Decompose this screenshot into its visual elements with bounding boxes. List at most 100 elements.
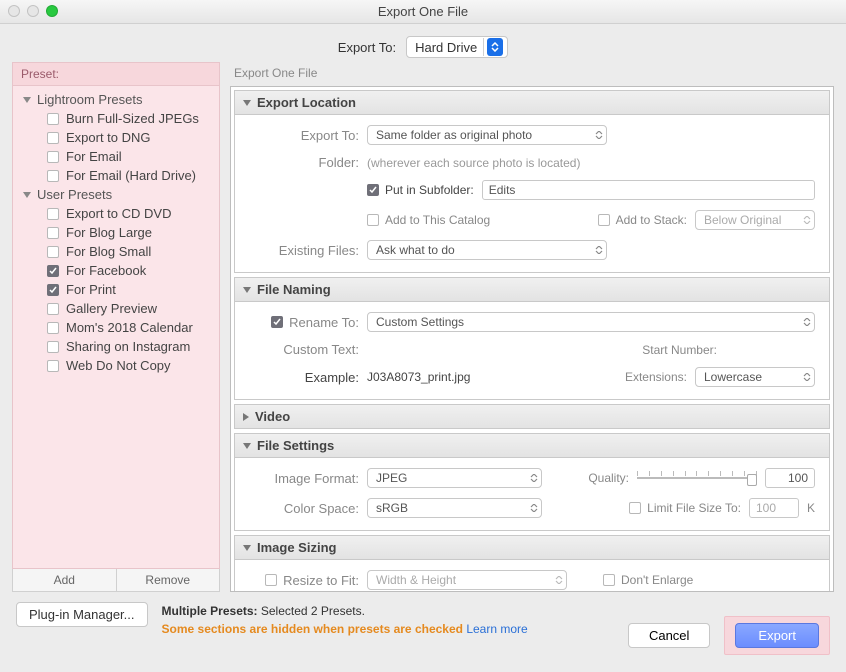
existing-dropdown[interactable]: Ask what to do — [367, 240, 607, 260]
plugin-manager-button[interactable]: Plug-in Manager... — [16, 602, 148, 627]
checkbox[interactable] — [47, 132, 59, 144]
subfolder-checkbox[interactable]: Put in Subfolder: — [367, 183, 474, 197]
subfolder-input[interactable] — [482, 180, 815, 200]
format-dropdown[interactable]: JPEG — [367, 468, 542, 488]
checkbox[interactable] — [265, 574, 277, 586]
limit-input[interactable] — [749, 498, 799, 518]
export-to-label: Export To: — [338, 40, 396, 55]
example-label: Example: — [249, 370, 359, 385]
checkbox[interactable] — [47, 284, 59, 296]
export-to-select[interactable]: Hard Drive — [406, 36, 508, 58]
checkbox[interactable] — [47, 322, 59, 334]
minimize-icon[interactable] — [27, 5, 39, 17]
export-to-row: Export To: Hard Drive — [0, 24, 846, 62]
slider-thumb-icon[interactable] — [747, 474, 757, 486]
learn-more-link[interactable]: Learn more — [466, 622, 527, 636]
panel-image-sizing: Image Sizing Resize to Fit: Width & Heig… — [234, 535, 830, 592]
rename-dropdown[interactable]: Custom Settings — [367, 312, 815, 332]
extensions-label: Extensions: — [625, 370, 687, 384]
quality-input[interactable] — [765, 468, 815, 488]
add-catalog-checkbox[interactable]: Add to This Catalog — [367, 213, 490, 227]
panel-header[interactable]: File Naming — [235, 278, 829, 302]
preset-item[interactable]: Sharing on Instagram — [13, 337, 219, 356]
preset-item[interactable]: Web Do Not Copy — [13, 356, 219, 375]
preset-group-user[interactable]: User Presets — [13, 185, 219, 204]
updown-icon — [803, 318, 811, 326]
remove-preset-button[interactable]: Remove — [116, 569, 220, 591]
add-stack-checkbox[interactable]: Add to Stack: — [598, 213, 687, 227]
preset-sidebar: Preset: Lightroom Presets Burn Full-Size… — [12, 62, 220, 592]
add-preset-button[interactable]: Add — [13, 569, 116, 591]
limit-checkbox[interactable]: Limit File Size To: — [629, 501, 741, 515]
checkbox[interactable] — [367, 184, 379, 196]
checkbox[interactable] — [47, 113, 59, 125]
preset-item[interactable]: Export to DNG — [13, 128, 219, 147]
panel-header[interactable]: Export Location — [235, 91, 829, 115]
quality-slider[interactable] — [637, 471, 757, 485]
example-value: J03A8073_print.jpg — [367, 370, 470, 384]
preset-list[interactable]: Lightroom Presets Burn Full-Sized JPEGs … — [12, 85, 220, 569]
export-to-dropdown[interactable]: Same folder as original photo — [367, 125, 607, 145]
disclosure-icon — [243, 443, 251, 449]
enlarge-checkbox[interactable]: Don't Enlarge — [603, 573, 693, 587]
preset-item[interactable]: For Blog Large — [13, 223, 219, 242]
checkbox[interactable] — [598, 214, 610, 226]
preset-group-lightroom[interactable]: Lightroom Presets — [13, 90, 219, 109]
panel-header[interactable]: File Settings — [235, 434, 829, 458]
export-button[interactable]: Export — [735, 623, 819, 648]
preset-item[interactable]: Export to CD DVD — [13, 204, 219, 223]
resize-dropdown[interactable]: Width & Height — [367, 570, 567, 590]
color-dropdown[interactable]: sRGB — [367, 498, 542, 518]
checkbox[interactable] — [47, 208, 59, 220]
close-icon[interactable] — [8, 5, 20, 17]
panel-video: Video — [234, 404, 830, 429]
checkbox[interactable] — [47, 170, 59, 182]
export-to-label: Export To: — [249, 128, 359, 143]
main-content: Export One File Export Location Export T… — [230, 62, 834, 592]
extensions-dropdown[interactable]: Lowercase — [695, 367, 815, 387]
custom-text-label: Custom Text: — [249, 342, 359, 357]
panel-header[interactable]: Image Sizing — [235, 536, 829, 560]
checkbox[interactable] — [47, 303, 59, 315]
panel-header[interactable]: Video — [235, 405, 829, 428]
stack-dropdown[interactable]: Below Original — [695, 210, 815, 230]
updown-icon — [803, 216, 811, 224]
preset-item[interactable]: Mom's 2018 Calendar — [13, 318, 219, 337]
checkbox[interactable] — [47, 341, 59, 353]
preset-header: Preset: — [12, 62, 220, 85]
rename-checkbox[interactable]: Rename To: — [249, 315, 359, 330]
zoom-icon[interactable] — [46, 5, 58, 17]
checkbox[interactable] — [47, 151, 59, 163]
updown-icon — [595, 246, 603, 254]
checkbox[interactable] — [603, 574, 615, 586]
disclosure-icon — [23, 192, 31, 198]
cancel-button[interactable]: Cancel — [628, 623, 710, 648]
preset-item[interactable]: For Print — [13, 280, 219, 299]
footer: Plug-in Manager... Multiple Presets: Sel… — [0, 592, 846, 656]
preset-footer: Add Remove — [12, 569, 220, 592]
checkbox[interactable] — [47, 265, 59, 277]
preset-item[interactable]: For Facebook — [13, 261, 219, 280]
preset-item[interactable]: Burn Full-Sized JPEGs — [13, 109, 219, 128]
resize-checkbox[interactable]: Resize to Fit: — [249, 573, 359, 588]
checkbox[interactable] — [47, 246, 59, 258]
titlebar: Export One File — [0, 0, 846, 24]
export-to-value: Hard Drive — [415, 40, 477, 55]
disclosure-icon — [243, 100, 251, 106]
folder-note: (wherever each source photo is located) — [367, 156, 580, 170]
checkbox[interactable] — [367, 214, 379, 226]
panel-file-settings: File Settings Image Format: JPEG Quality… — [234, 433, 830, 531]
preset-item[interactable]: For Email (Hard Drive) — [13, 166, 219, 185]
preset-item[interactable]: For Blog Small — [13, 242, 219, 261]
updown-icon — [487, 38, 503, 56]
checkbox[interactable] — [271, 316, 283, 328]
checkbox[interactable] — [47, 360, 59, 372]
checkbox[interactable] — [629, 502, 641, 514]
preset-item[interactable]: For Email — [13, 147, 219, 166]
checkbox[interactable] — [47, 227, 59, 239]
disclosure-icon — [243, 287, 251, 293]
preset-item[interactable]: Gallery Preview — [13, 299, 219, 318]
panels-scroll[interactable]: Export Location Export To: Same folder a… — [230, 86, 834, 592]
panel-export-location: Export Location Export To: Same folder a… — [234, 90, 830, 273]
panel-file-naming: File Naming Rename To: Custom Settings C… — [234, 277, 830, 400]
